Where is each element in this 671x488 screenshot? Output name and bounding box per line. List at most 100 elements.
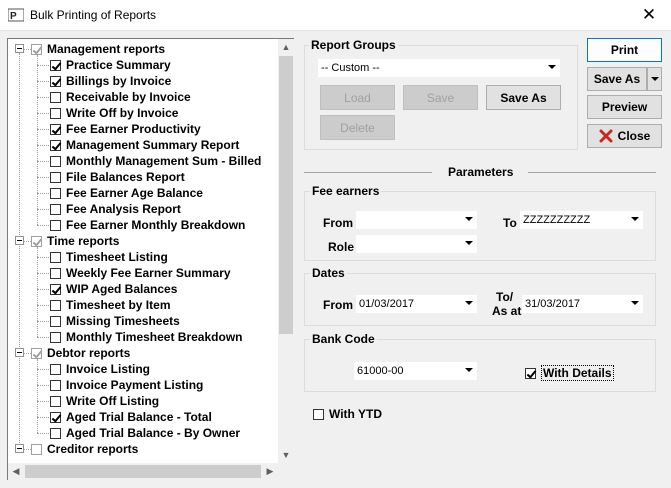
load-button[interactable]: Load xyxy=(320,85,395,110)
tree-item[interactable]: Fee Earner Age Balance xyxy=(50,185,203,201)
tree-item[interactable]: Timesheet by Item xyxy=(50,297,170,313)
tree-item[interactable]: Management Summary Report xyxy=(50,137,239,153)
report-checkbox[interactable] xyxy=(50,91,61,103)
tree-item[interactable]: Weekly Fee Earner Summary xyxy=(50,265,231,281)
fee-earner-to-select[interactable]: ZZZZZZZZZZ xyxy=(520,211,643,229)
tree-item[interactable]: Aged Trial Balance - By Owner xyxy=(50,425,240,441)
tree-item[interactable]: Fee Earner Monthly Breakdown xyxy=(50,217,245,233)
role-select[interactable] xyxy=(356,235,477,253)
report-checkbox[interactable] xyxy=(50,203,61,215)
report-checkbox[interactable] xyxy=(50,427,61,439)
scroll-right-icon[interactable]: ▶ xyxy=(262,463,278,479)
tree-item[interactable]: Monthly Management Sum - Billed xyxy=(50,153,261,169)
tree-item[interactable]: Invoice Payment Listing xyxy=(50,377,203,393)
tree-item[interactable]: Fee Analysis Report xyxy=(50,201,181,217)
tree-group-3[interactable]: Creditor reports xyxy=(31,441,138,457)
with-ytd-check[interactable] xyxy=(313,408,324,420)
collapse-icon[interactable] xyxy=(15,236,24,245)
tree-connector xyxy=(37,225,49,226)
save-as-dropdown-button[interactable] xyxy=(647,67,662,91)
tree-connector xyxy=(37,177,49,178)
print-button[interactable]: Print xyxy=(587,38,662,62)
report-checkbox[interactable] xyxy=(50,155,61,167)
close-button[interactable]: Close xyxy=(587,124,662,148)
report-group-select[interactable]: -- Custom -- xyxy=(318,59,560,77)
tree-vertical-scrollbar[interactable]: ▲ ▼ xyxy=(278,39,294,463)
tree-item-label: Fee Earner Age Balance xyxy=(66,186,203,200)
collapse-icon[interactable] xyxy=(15,348,24,357)
tree-item[interactable]: Receivable by Invoice xyxy=(50,89,191,105)
tree-group-1[interactable]: Time reports xyxy=(31,233,119,249)
tree-group-0[interactable]: Management reports xyxy=(31,41,165,57)
date-to-picker[interactable]: 31/03/2017 xyxy=(522,295,643,313)
report-checkbox[interactable] xyxy=(50,363,61,375)
tree-group-2[interactable]: Debtor reports xyxy=(31,345,130,361)
chevron-down-icon xyxy=(465,241,473,245)
tree-horizontal-scrollbar[interactable]: ◀ ▶ xyxy=(8,463,278,480)
tree-item[interactable]: Missing Timesheets xyxy=(50,313,180,329)
save-group-as-button[interactable]: Save As xyxy=(486,85,561,110)
group-checkbox[interactable] xyxy=(31,347,42,359)
collapse-icon[interactable] xyxy=(15,444,24,453)
tree-connector xyxy=(37,417,49,418)
tree-horizontal-thumb[interactable] xyxy=(25,465,261,478)
tree-connector xyxy=(19,53,20,451)
tree-item[interactable]: Billings by Invoice xyxy=(50,73,171,89)
save-group-button[interactable]: Save xyxy=(403,85,478,110)
bank-code-select[interactable]: 61000-00 xyxy=(354,362,477,380)
tree-item[interactable]: Practice Summary xyxy=(50,57,171,73)
tree-item[interactable]: WIP Aged Balances xyxy=(50,281,177,297)
report-checkbox[interactable] xyxy=(50,411,61,423)
tree-vertical-thumb[interactable] xyxy=(279,56,293,334)
window-close-icon[interactable]: ✕ xyxy=(637,4,661,26)
report-checkbox[interactable] xyxy=(50,75,61,87)
save-as-button[interactable]: Save As xyxy=(587,67,647,91)
parameters-divider-right xyxy=(528,172,656,173)
tree-item[interactable]: Write Off by Invoice xyxy=(50,105,178,121)
report-checkbox[interactable] xyxy=(50,187,61,199)
report-checkbox[interactable] xyxy=(50,251,61,263)
scroll-left-icon[interactable]: ◀ xyxy=(8,463,24,479)
report-checkbox[interactable] xyxy=(50,139,61,151)
preview-button[interactable]: Preview xyxy=(587,95,662,119)
with-details-check[interactable] xyxy=(525,367,536,379)
with-ytd-checkbox[interactable]: With YTD xyxy=(313,407,382,421)
report-checkbox[interactable] xyxy=(50,379,61,391)
tree-item[interactable]: Aged Trial Balance - Total xyxy=(50,409,212,425)
tree-connector xyxy=(24,49,31,50)
fee-earner-to-label: To xyxy=(503,216,517,230)
with-details-checkbox[interactable]: With Details xyxy=(525,365,614,381)
fee-earner-from-label: From xyxy=(323,216,353,230)
report-checkbox[interactable] xyxy=(50,267,61,279)
report-checkbox[interactable] xyxy=(50,299,61,311)
group-checkbox[interactable] xyxy=(31,235,42,247)
report-checkbox[interactable] xyxy=(50,315,61,327)
fee-earner-from-select[interactable] xyxy=(356,211,477,229)
tree-item[interactable]: Monthly Timesheet Breakdown xyxy=(50,329,242,345)
report-tree[interactable]: Management reports Practice Summary Billin… xyxy=(7,38,294,480)
collapse-icon[interactable] xyxy=(15,44,24,53)
report-checkbox[interactable] xyxy=(50,331,61,343)
report-checkbox[interactable] xyxy=(50,59,61,71)
delete-group-button[interactable]: Delete xyxy=(320,115,395,140)
tree-connector xyxy=(37,337,49,338)
chevron-down-icon xyxy=(548,65,556,69)
tree-item[interactable]: File Balances Report xyxy=(50,169,185,185)
tree-item[interactable]: Fee Earner Productivity xyxy=(50,121,201,137)
report-checkbox[interactable] xyxy=(50,123,61,135)
report-checkbox[interactable] xyxy=(50,107,61,119)
svg-text:P: P xyxy=(10,11,17,22)
tree-item[interactable]: Timesheet Listing xyxy=(50,249,168,265)
title-bar: P Bulk Printing of Reports ✕ xyxy=(0,0,671,31)
report-checkbox[interactable] xyxy=(50,171,61,183)
report-checkbox[interactable] xyxy=(50,219,61,231)
tree-item[interactable]: Write Off Listing xyxy=(50,393,159,409)
scroll-down-icon[interactable]: ▼ xyxy=(278,447,294,463)
group-checkbox[interactable] xyxy=(31,43,42,55)
date-from-picker[interactable]: 01/03/2017 xyxy=(356,295,477,313)
scroll-up-icon[interactable]: ▲ xyxy=(278,39,294,55)
report-checkbox[interactable] xyxy=(50,395,61,407)
group-checkbox[interactable] xyxy=(31,443,42,455)
report-checkbox[interactable] xyxy=(50,283,61,295)
tree-item[interactable]: Invoice Listing xyxy=(50,361,150,377)
